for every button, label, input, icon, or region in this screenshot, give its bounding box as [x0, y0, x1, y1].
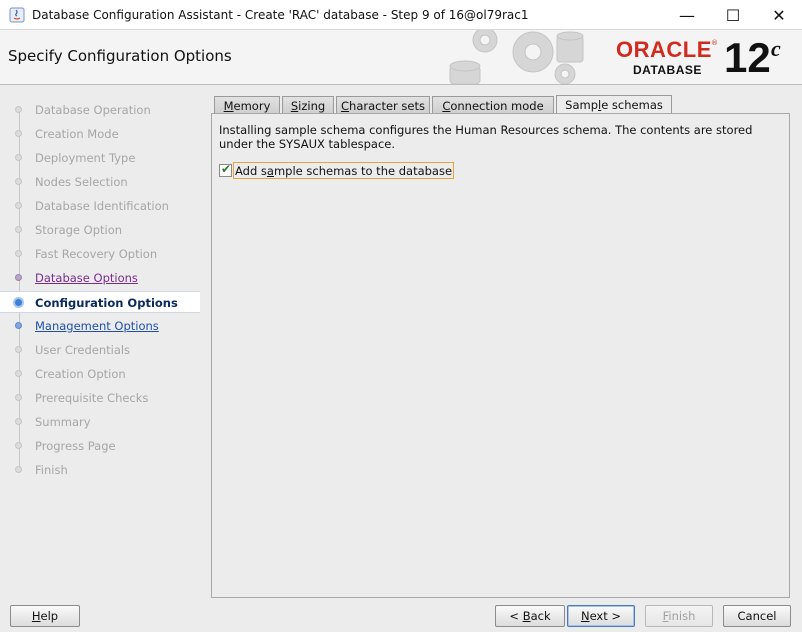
step-indicator-icon [15, 202, 22, 209]
tab-sample-schemas[interactable]: Sample schemas [556, 95, 672, 114]
oracle-logo-text: ORACLE [616, 37, 712, 62]
step-label: Database Identification [35, 199, 169, 213]
step-creation-option: Creation Option [0, 363, 200, 385]
step-label: Storage Option [35, 223, 123, 237]
close-button[interactable]: ✕ [756, 0, 802, 30]
gears-decoration-icon [449, 30, 584, 84]
checkmark-icon: ✔ [221, 162, 232, 176]
oracle-version-number: 12 [724, 34, 771, 81]
step-label: Fast Recovery Option [35, 247, 158, 261]
minimize-button[interactable]: — [664, 0, 710, 30]
window-title: Database Configuration Assistant - Creat… [32, 8, 529, 22]
step-indicator-icon [15, 274, 22, 281]
step-fast-recovery-option: Fast Recovery Option [0, 243, 200, 265]
step-database-options[interactable]: Database Options [0, 267, 200, 289]
step-indicator-icon [15, 418, 22, 425]
step-nodes-selection: Nodes Selection [0, 171, 200, 193]
step-indicator-icon [15, 130, 22, 137]
step-label: Configuration Options [35, 296, 178, 310]
maximize-icon: ☐ [725, 5, 741, 25]
add-sample-schemas-label[interactable]: Add sample schemas to the database [233, 162, 455, 179]
maximize-button[interactable]: ☐ [710, 0, 756, 30]
oracle-database-text: DATABASE [633, 63, 702, 77]
description-line-1: Installing sample schema configures the … [219, 123, 753, 137]
step-indicator-icon [15, 466, 22, 473]
step-label: Summary [35, 415, 91, 429]
step-indicator-icon [15, 442, 22, 449]
steps-sidebar: Database Operation Creation Mode Deploymen… [0, 85, 200, 585]
step-indicator-icon [15, 250, 22, 257]
close-icon: ✕ [772, 5, 786, 25]
step-label: User Credentials [35, 343, 131, 357]
tab-content-panel [211, 113, 790, 598]
step-creation-mode: Creation Mode [0, 123, 200, 145]
finish-button: Finish [645, 605, 713, 627]
tab-connection-mode[interactable]: Connection mode [432, 96, 554, 113]
add-sample-schemas-checkbox[interactable]: ✔ [219, 162, 232, 177]
step-label: Nodes Selection [35, 175, 128, 189]
tab-sizing[interactable]: Sizing [282, 96, 334, 113]
step-indicator-icon [15, 154, 22, 161]
step-finish: Finish [0, 459, 200, 481]
page-title: Specify Configuration Options [8, 47, 232, 65]
back-button[interactable]: < Back [495, 605, 565, 627]
step-label: Progress Page [35, 439, 116, 453]
minimize-icon: — [679, 5, 695, 25]
step-indicator-icon [15, 346, 22, 353]
next-button[interactable]: Next > [567, 605, 635, 627]
description-line-2: under the SYSAUX tablespace. [219, 137, 396, 151]
tab-character-sets[interactable]: Character sets [336, 96, 430, 113]
step-summary: Summary [0, 411, 200, 433]
java-app-icon [9, 7, 25, 23]
step-label: Management Options [35, 319, 159, 333]
step-label: Database Options [35, 271, 138, 285]
step-label: Deployment Type [35, 151, 136, 165]
tab-memory[interactable]: Memory [214, 96, 280, 113]
window-titlebar: Database Configuration Assistant - Creat… [0, 0, 802, 30]
step-label: Prerequisite Checks [35, 391, 149, 405]
step-database-operation: Database Operation [0, 99, 200, 121]
header-banner: Specify Configuration Options ORACLE ® D… [0, 30, 802, 85]
cancel-button[interactable]: Cancel [723, 605, 791, 627]
step-label: Database Operation [35, 103, 151, 117]
step-prerequisite-checks: Prerequisite Checks [0, 387, 200, 409]
step-user-credentials: User Credentials [0, 339, 200, 361]
step-indicator-icon [15, 370, 22, 377]
step-indicator-icon [15, 394, 22, 401]
step-label: Creation Mode [35, 127, 119, 141]
step-indicator-icon [13, 297, 24, 308]
help-button[interactable]: Help [10, 605, 80, 627]
step-management-options[interactable]: Management Options [0, 315, 200, 337]
step-progress-page: Progress Page [0, 435, 200, 457]
step-label: Finish [35, 463, 68, 477]
step-database-identification: Database Identification [0, 195, 200, 217]
oracle-version-suffix: c [771, 36, 781, 61]
oracle-registered-mark: ® [711, 39, 718, 47]
step-label: Creation Option [35, 367, 126, 381]
step-configuration-options: Configuration Options [0, 291, 200, 313]
step-storage-option: Storage Option [0, 219, 200, 241]
step-indicator-icon [15, 226, 22, 233]
sample-schema-description: Installing sample schema configures the … [219, 123, 779, 151]
step-indicator-icon [15, 322, 22, 329]
step-deployment-type: Deployment Type [0, 147, 200, 169]
step-indicator-icon [15, 178, 22, 185]
step-indicator-icon [15, 106, 22, 113]
